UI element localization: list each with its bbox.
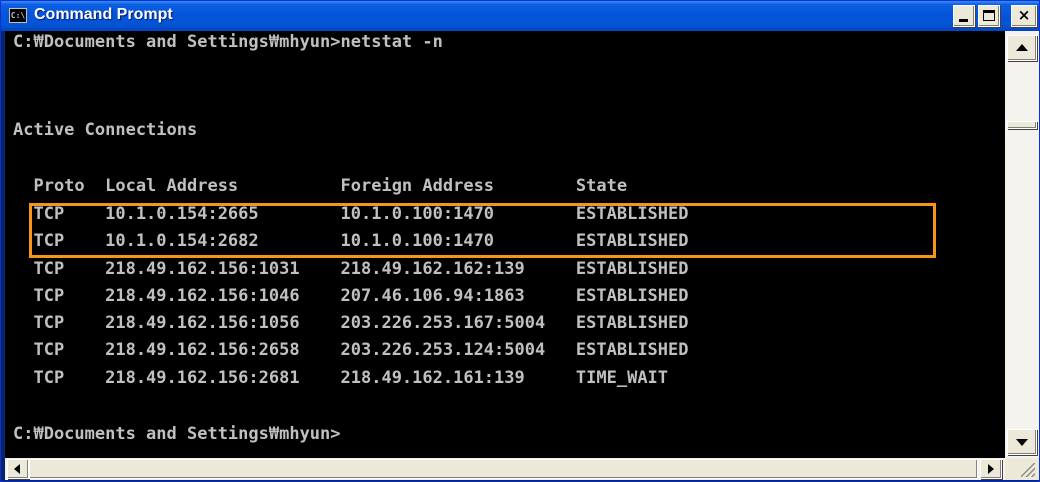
scroll-track[interactable] (1007, 63, 1037, 163)
resize-grip-icon (1021, 463, 1035, 477)
minimize-button[interactable] (953, 5, 975, 27)
title-bar[interactable]: C:\ Command Prompt × (1, 1, 1039, 31)
window-title: Command Prompt (34, 6, 173, 23)
arrow-right-icon (988, 464, 994, 474)
netstat-row: TCP 218.49.162.156:1046 207.46.106.94:18… (13, 286, 689, 306)
scroll-right-button[interactable] (980, 459, 1002, 479)
arrow-up-icon (1016, 44, 1028, 51)
close-icon: × (1017, 6, 1031, 24)
scroll-down-button[interactable] (1007, 429, 1037, 455)
netstat-header-row: Proto Local Address Foreign Address Stat… (13, 176, 628, 196)
vertical-scrollbar[interactable] (1005, 31, 1039, 458)
netstat-row: TCP 218.49.162.156:2681 218.49.162.161:1… (13, 368, 669, 388)
horizontal-scroll-thumb[interactable] (29, 459, 978, 479)
command-prompt-line: C:₩Documents and Settings₩mhyun> (13, 424, 341, 444)
arrow-down-icon (1016, 439, 1028, 446)
command-prompt-window: C:\ Command Prompt × C:₩Documents and Se… (0, 0, 1040, 482)
resize-grip[interactable] (1005, 458, 1039, 480)
netstat-row: TCP 218.49.162.156:2658 203.226.253.124:… (13, 340, 689, 360)
scroll-up-button[interactable] (1007, 35, 1037, 61)
console-icon[interactable]: C:\ (9, 8, 27, 23)
arrow-left-icon (14, 464, 20, 474)
scroll-thumb[interactable] (1007, 121, 1037, 129)
netstat-row: TCP 218.49.162.156:1031 218.49.162.162:1… (13, 259, 689, 279)
close-button[interactable]: × (1011, 5, 1037, 27)
console-output[interactable]: C:₩Documents and Settings₩mhyun>netstat … (5, 31, 1005, 458)
console-line: Active Connections (13, 120, 198, 140)
console-line: C:₩Documents and Settings₩mhyun>netstat … (13, 32, 443, 52)
maximize-button[interactable] (978, 5, 1000, 27)
scroll-left-button[interactable] (7, 459, 29, 479)
maximize-icon (983, 10, 995, 21)
minimize-icon (959, 19, 968, 22)
netstat-row: TCP 218.49.162.156:1056 203.226.253.167:… (13, 313, 689, 333)
highlight-box (29, 203, 936, 258)
horizontal-scrollbar[interactable] (5, 458, 1005, 480)
